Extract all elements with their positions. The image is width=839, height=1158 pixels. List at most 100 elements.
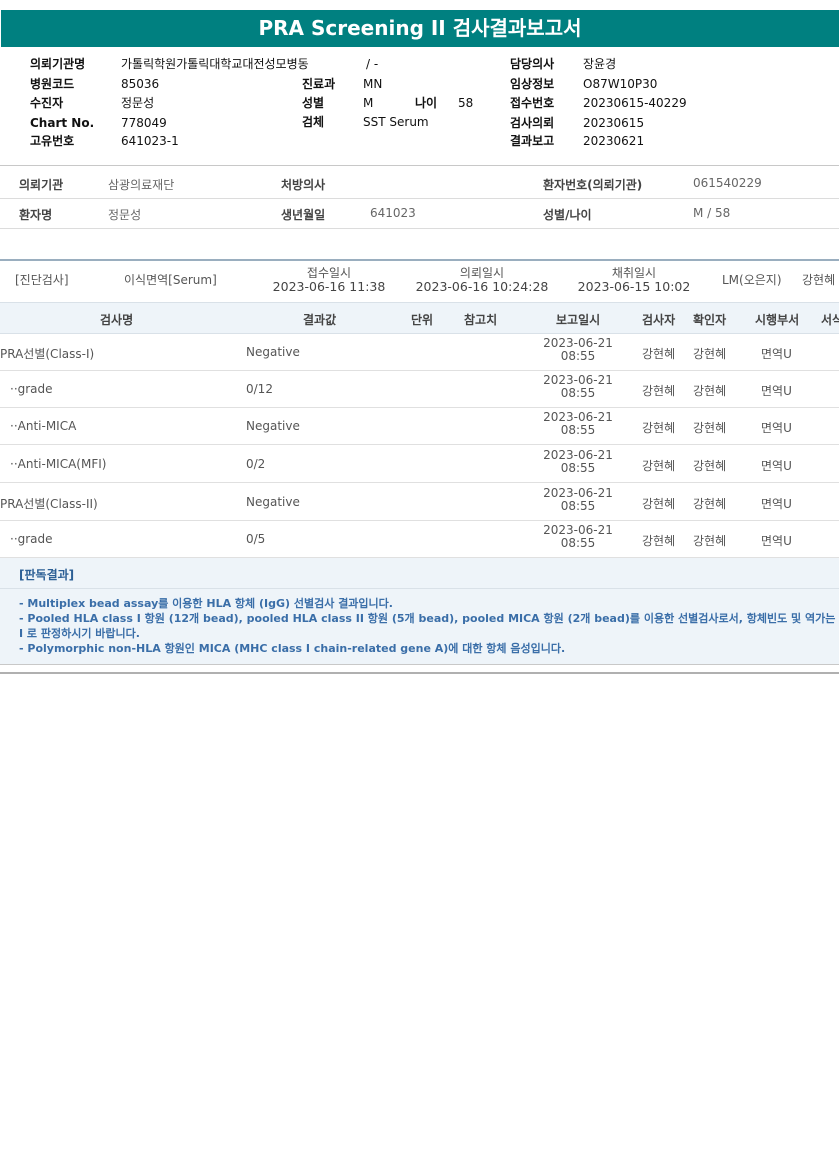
reporter-name: 강현혜 <box>802 273 836 287</box>
col-tester: 검사자 <box>642 313 676 327</box>
table-row: PRA선별(Class-I) Negative 2023-06-21 08:55… <box>0 333 839 371</box>
age-value: 58 <box>458 96 474 110</box>
col-result: 결과값 <box>303 313 337 327</box>
prescriber-label: 처방의사 <box>281 178 326 192</box>
col-extra: 서식 <box>821 313 839 327</box>
result-value: 0/2 <box>246 457 266 471</box>
dept: 면역U <box>761 421 792 435</box>
confirmer: 강현혜 <box>693 421 727 435</box>
dept: 면역U <box>761 534 792 548</box>
judgement-label: [판독결과] <box>19 568 75 582</box>
report-time: 08:55 <box>560 423 596 437</box>
tester: 강현혜 <box>642 384 676 398</box>
clinical-value: O87W10P30 <box>583 77 658 91</box>
result-value: 0/5 <box>246 532 266 546</box>
unique-value: 641023-1 <box>121 134 179 148</box>
clinical-label: 임상정보 <box>510 77 555 91</box>
tester: 강현혜 <box>642 497 676 511</box>
req-org-label: 의뢰기관명 <box>30 57 86 71</box>
tester: 강현혜 <box>642 347 676 361</box>
table-row: ··grade 0/5 2023-06-21 08:55 강현혜 강현혜 면역U <box>0 520 839 558</box>
col-unit: 단위 <box>411 313 434 327</box>
header-divider <box>0 165 839 166</box>
specimen-value: SST Serum <box>363 115 429 129</box>
req-org-value: 가톨릭학원가톨릭대학교대전성모병동 <box>121 57 309 71</box>
result-value: 0/12 <box>246 382 273 396</box>
report-time: 08:55 <box>560 499 596 513</box>
table-row: PRA선별(Class-II) Negative 2023-06-21 08:5… <box>0 483 839 521</box>
sex-label: 성별 <box>302 96 325 110</box>
confirmer: 강현혜 <box>693 459 727 473</box>
judgement-line: - Polymorphic non-HLA 항원인 MICA (MHC clas… <box>19 642 566 655</box>
tester: 강현혜 <box>642 421 676 435</box>
patient-no-value: 061540229 <box>693 176 762 190</box>
collect-datetime-value: 2023-06-15 10:02 <box>577 279 691 294</box>
doctor-value: 장윤경 <box>583 57 617 71</box>
tester: 강현혜 <box>642 459 676 473</box>
test-name: ··Anti-MICA <box>10 419 77 433</box>
report-time: 08:55 <box>560 461 596 475</box>
dept-label: 진료과 <box>302 77 336 91</box>
report-datetime: 2023-06-21 08:55 <box>538 374 618 400</box>
confirmer: 강현혜 <box>693 347 727 361</box>
report-time: 08:55 <box>560 536 596 550</box>
dept: 면역U <box>761 347 792 361</box>
confirmer: 강현혜 <box>693 497 727 511</box>
report-time: 08:55 <box>560 349 596 363</box>
collect-datetime-label: 채취일시 <box>611 266 657 280</box>
dept: 면역U <box>761 497 792 511</box>
request-datetime-label: 의뢰일시 <box>459 266 505 280</box>
dept: 면역U <box>761 459 792 473</box>
doctor-label: 담당의사 <box>510 57 555 71</box>
test-req-label: 검사의뢰 <box>510 116 555 130</box>
receipt-datetime-label: 접수일시 <box>306 266 352 280</box>
patient-no-label: 환자번호(의뢰기관) <box>543 178 643 192</box>
info-row-1: 의뢰기관 삼광의료재단 처방의사 환자번호(의뢰기관) 061540229 <box>0 168 839 199</box>
col-report-date: 보고일시 <box>556 313 601 327</box>
results-table-header: 검사명 결과값 단위 참고치 보고일시 검사자 확인자 시행부서 서식 <box>0 302 839 334</box>
report-time: 08:55 <box>560 386 596 400</box>
judgement-body: - Multiplex bead assay를 이용한 HLA 항체 (IgG)… <box>0 589 839 665</box>
table-row: ··grade 0/12 2023-06-21 08:55 강현혜 강현혜 면역… <box>0 370 839 408</box>
report-datetime: 2023-06-21 08:55 <box>538 449 618 475</box>
col-reference: 참고치 <box>464 313 498 327</box>
judgement-header: [판독결과] <box>0 558 839 589</box>
test-subcategory: 이식면역[Serum] <box>124 273 217 287</box>
request-datetime: 의뢰일시 2023-06-16 10:24:28 <box>415 266 549 294</box>
dob-value: 641023 <box>370 206 416 220</box>
tester: 강현혜 <box>642 534 676 548</box>
org-label: 의뢰기관 <box>19 178 64 192</box>
confirmer: 강현혜 <box>693 384 727 398</box>
org-value: 삼광의료재단 <box>108 178 175 192</box>
judgement-line: - Multiplex bead assay를 이용한 HLA 항체 (IgG)… <box>19 597 393 610</box>
sexage-value: M / 58 <box>693 206 731 220</box>
confirmer: 강현혜 <box>693 534 727 548</box>
report-datetime: 2023-06-21 08:55 <box>538 411 618 437</box>
judgement-line: - Pooled HLA class I 항원 (12개 bead), pool… <box>19 612 839 625</box>
test-name: PRA선별(Class-I) <box>0 347 95 361</box>
request-datetime-value: 2023-06-16 10:24:28 <box>415 279 549 294</box>
table-row: ··Anti-MICA Negative 2023-06-21 08:55 강현… <box>0 407 839 445</box>
result-value: Negative <box>246 345 300 359</box>
chart-value: 778049 <box>121 116 167 130</box>
dob-label: 생년월일 <box>281 208 326 222</box>
lm-name: LM(오은지) <box>722 273 782 287</box>
sex-value: M <box>363 96 374 110</box>
test-category: [진단검사] <box>15 273 69 287</box>
judgement-line: I 로 판정하시기 바랍니다. <box>19 627 140 640</box>
collect-datetime: 채취일시 2023-06-15 10:02 <box>575 266 693 294</box>
test-name: ··Anti-MICA(MFI) <box>10 457 107 471</box>
receipt-datetime-value: 2023-06-16 11:38 <box>272 279 386 294</box>
col-dept: 시행부서 <box>755 313 800 327</box>
report-datetime: 2023-06-21 08:55 <box>538 524 618 550</box>
receipt-value: 20230615-40229 <box>583 96 687 110</box>
receipt-label: 접수번호 <box>510 96 555 110</box>
sexage-label: 성별/나이 <box>543 208 592 222</box>
patient-label: 수진자 <box>30 96 64 110</box>
patient-value: 정문성 <box>121 96 155 110</box>
test-name: PRA선별(Class-II) <box>0 497 98 511</box>
hosp-code-label: 병원코드 <box>30 77 75 91</box>
receipt-datetime: 접수일시 2023-06-16 11:38 <box>270 266 388 294</box>
report-datetime: 2023-06-21 08:55 <box>538 487 618 513</box>
result-report-label: 결과보고 <box>510 134 555 148</box>
